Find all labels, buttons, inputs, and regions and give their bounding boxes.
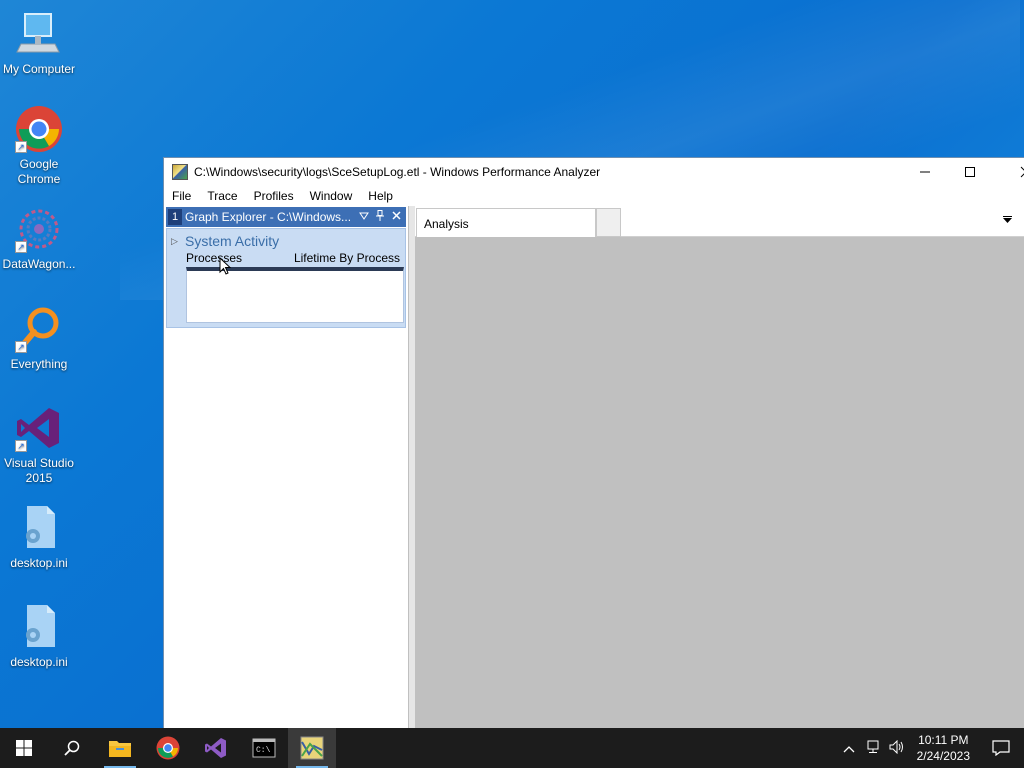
graph-explorer-title: Graph Explorer - C:\Windows... bbox=[185, 210, 352, 224]
desktop-icon-desktop-ini[interactable]: desktop.ini bbox=[0, 504, 78, 571]
close-icon bbox=[391, 211, 401, 220]
graph-explorer-content: ▷ System Activity Processes Lifetime By … bbox=[166, 228, 406, 328]
close-icon bbox=[1020, 166, 1024, 178]
desktop-icon-label: Everything bbox=[10, 357, 68, 371]
desktop-icon-google-chrome[interactable]: ↗ Google Chrome bbox=[0, 105, 78, 187]
search-button[interactable] bbox=[48, 728, 96, 768]
action-center-button[interactable] bbox=[978, 728, 1024, 768]
desktop-icon-everything[interactable]: ↗ Everything bbox=[0, 305, 78, 372]
search-icon bbox=[64, 740, 80, 756]
desktop-icon-label: My Computer bbox=[2, 62, 76, 76]
desktop-icon-label: desktop.ini bbox=[10, 556, 68, 570]
taskbar-chrome[interactable] bbox=[144, 728, 192, 768]
menu-help[interactable]: Help bbox=[360, 189, 401, 203]
title-bar[interactable]: C:\Windows\security\logs\SceSetupLog.etl… bbox=[164, 158, 1024, 186]
taskbar-file-explorer[interactable] bbox=[96, 728, 144, 768]
tab-analysis[interactable]: Analysis bbox=[416, 208, 596, 237]
visual-studio-icon: ↗ bbox=[15, 404, 63, 452]
chrome-icon bbox=[156, 736, 180, 760]
taskbar-clock[interactable]: 10:11 PM 2/24/2023 bbox=[909, 732, 978, 764]
desktop-icon-label: desktop.ini bbox=[10, 655, 68, 669]
expand-arrow-icon[interactable]: ▷ bbox=[171, 236, 185, 247]
taskbar-visual-studio[interactable] bbox=[192, 728, 240, 768]
desktop-icon-my-computer[interactable]: My Computer bbox=[0, 10, 78, 77]
thumbnail-preset-name[interactable]: Lifetime By Process bbox=[294, 251, 400, 265]
wpa-app-icon bbox=[172, 164, 188, 180]
clock-time: 10:11 PM bbox=[918, 733, 969, 747]
pin-icon bbox=[376, 210, 384, 221]
analysis-pane: Analysis bbox=[415, 206, 1024, 729]
menu-profiles[interactable]: Profiles bbox=[246, 189, 302, 203]
ini-file-icon bbox=[15, 504, 63, 552]
datawagon-icon: ↗ bbox=[15, 205, 63, 253]
desktop-icon-datawagon[interactable]: ↗ DataWagon... bbox=[0, 205, 78, 272]
graph-thumbnail[interactable] bbox=[186, 267, 404, 323]
menu-bar: File Trace Profiles Window Help bbox=[164, 186, 1024, 206]
chrome-icon: ↗ bbox=[15, 105, 63, 153]
maximize-button[interactable] bbox=[947, 158, 992, 186]
tab-menu-button[interactable] bbox=[1003, 215, 1012, 225]
system-tray: 10:11 PM 2/24/2023 bbox=[837, 728, 1024, 768]
ini-file-icon bbox=[15, 603, 63, 651]
maximize-icon bbox=[964, 167, 975, 177]
minimize-icon bbox=[919, 171, 930, 173]
window-title: C:\Windows\security\logs\SceSetupLog.etl… bbox=[194, 165, 601, 179]
desktop-icon-label: Google Chrome bbox=[17, 157, 61, 186]
shortcut-arrow-icon: ↗ bbox=[15, 440, 27, 452]
menu-window[interactable]: Window bbox=[302, 189, 361, 203]
shortcut-arrow-icon: ↗ bbox=[15, 341, 27, 353]
chevron-down-icon bbox=[359, 212, 369, 220]
tree-node-label: System Activity bbox=[185, 233, 280, 249]
start-button[interactable] bbox=[0, 728, 48, 768]
tree-node-system-activity[interactable]: ▷ System Activity bbox=[171, 233, 405, 249]
pane-dropdown-button[interactable] bbox=[356, 211, 372, 223]
shortcut-arrow-icon: ↗ bbox=[15, 241, 27, 253]
new-tab-button[interactable] bbox=[596, 208, 621, 237]
tab-list-icon bbox=[1003, 216, 1012, 223]
taskbar-wpa[interactable] bbox=[288, 728, 336, 768]
menu-file[interactable]: File bbox=[164, 189, 199, 203]
shortcut-arrow-icon: ↗ bbox=[15, 141, 27, 153]
taskbar: C:\ 10:11 PM 2/24/2023 bbox=[0, 728, 1024, 768]
thumbnail-graph-name: Processes bbox=[186, 251, 243, 265]
terminal-icon: C:\ bbox=[252, 738, 276, 758]
desktop-icon-desktop-ini[interactable]: desktop.ini bbox=[0, 603, 78, 670]
taskbar-command-prompt[interactable]: C:\ bbox=[240, 728, 288, 768]
network-icon bbox=[867, 740, 879, 753]
pane-number: 1 bbox=[168, 209, 182, 225]
chevron-up-icon bbox=[843, 745, 855, 752]
desktop-icon-label: Visual Studio 2015 bbox=[4, 456, 74, 485]
analysis-tab-strip: Analysis bbox=[415, 206, 1024, 237]
pin-button[interactable] bbox=[372, 210, 388, 224]
graph-explorer-header[interactable]: 1 Graph Explorer - C:\Windows... bbox=[166, 207, 406, 227]
clock-date: 2/24/2023 bbox=[916, 749, 970, 763]
wpa-window: C:\Windows\security\logs\SceSetupLog.etl… bbox=[163, 157, 1024, 729]
windows-logo-icon bbox=[16, 740, 32, 756]
minimize-button[interactable] bbox=[902, 158, 947, 186]
pane-close-button[interactable] bbox=[388, 211, 404, 223]
graph-explorer-pane: 1 Graph Explorer - C:\Windows... ▷ Syste… bbox=[164, 206, 409, 729]
close-button[interactable] bbox=[992, 158, 1024, 186]
notification-icon bbox=[992, 740, 1010, 756]
computer-icon bbox=[15, 10, 63, 58]
menu-trace[interactable]: Trace bbox=[199, 189, 245, 203]
svg-text:C:\: C:\ bbox=[256, 746, 271, 755]
desktop-icon-label: DataWagon... bbox=[2, 257, 76, 271]
folder-icon bbox=[109, 741, 131, 757]
network-button[interactable] bbox=[861, 740, 885, 757]
wpa-app-icon bbox=[300, 736, 324, 760]
volume-button[interactable] bbox=[885, 739, 909, 757]
speaker-icon bbox=[889, 739, 903, 754]
desktop-icon-visual-studio[interactable]: ↗ Visual Studio 2015 bbox=[0, 404, 78, 486]
mouse-cursor-icon bbox=[219, 257, 231, 275]
everything-icon: ↗ bbox=[15, 305, 63, 353]
show-hidden-icons-button[interactable] bbox=[837, 741, 861, 756]
visual-studio-icon bbox=[205, 738, 226, 758]
